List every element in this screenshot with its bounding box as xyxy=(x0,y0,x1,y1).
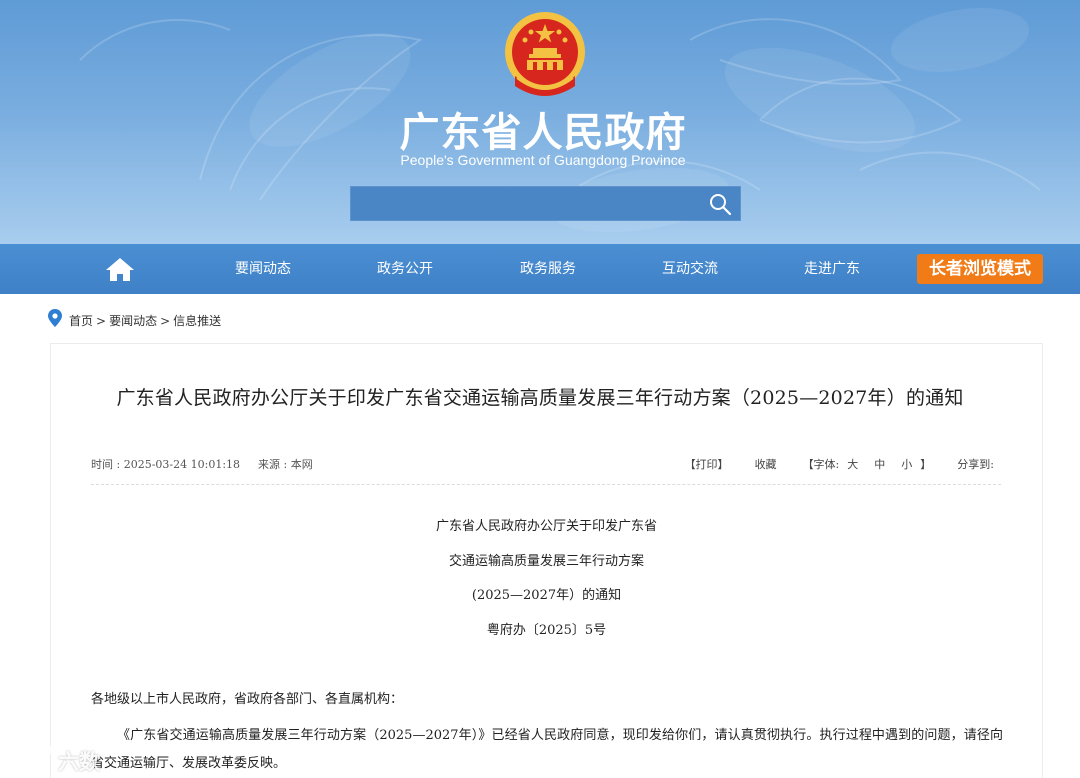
search-box xyxy=(350,186,741,221)
search-input[interactable] xyxy=(351,187,701,220)
doc-number: 粤府办〔2025〕5号 xyxy=(486,623,607,638)
nav-item-news[interactable]: 要闻动态 xyxy=(203,244,323,294)
elder-mode-button[interactable]: 长者浏览模式 xyxy=(917,254,1043,284)
breadcrumb-home[interactable]: 首页 xyxy=(69,314,93,328)
site-title: 广东省人民政府 xyxy=(399,110,687,156)
meta-divider xyxy=(91,484,1001,485)
article-title: 广东省人民政府办公厅关于印发广东省交通运输高质量发展三年行动方案（2025—20… xyxy=(116,387,964,409)
nav-item-gov-affairs-public[interactable]: 政务公开 xyxy=(345,244,465,294)
watermark-text: 六数 xyxy=(58,750,100,774)
article-meta: 时间 : 2025-03-24 10:01:18 来源 : 本网 xyxy=(91,456,313,472)
breadcrumb-separator: > xyxy=(160,314,171,328)
breadcrumb-separator: > xyxy=(96,314,107,328)
location-pin-icon xyxy=(48,309,62,327)
nav-item-about-guangdong[interactable]: 走进广东 xyxy=(772,244,892,294)
article-tools: 【打印】 收藏 【字体: 大 中 小】 分享到: xyxy=(685,456,994,472)
article-paragraph: 《广东省交通运输高质量发展三年行动方案（2025—2027年）》已经省人民政府同… xyxy=(91,728,1003,771)
doc-header-line: (2025—2027年）的通知 xyxy=(471,588,622,603)
favorite-button[interactable]: 收藏 xyxy=(755,458,777,471)
print-button[interactable]: 【打印】 xyxy=(685,458,729,471)
doc-header-line: 交通运输高质量发展三年行动方案 xyxy=(448,554,644,569)
search-icon[interactable] xyxy=(708,192,732,216)
site-subtitle: People's Government of Guangdong Provinc… xyxy=(400,152,686,168)
home-icon[interactable] xyxy=(104,256,136,282)
nav-item-interaction[interactable]: 互动交流 xyxy=(630,244,750,294)
salutation: 各地级以上市人民政府，省政府各部门、各直属机构： xyxy=(91,692,404,707)
font-size-prefix: 【字体: xyxy=(802,458,840,471)
national-emblem-logo xyxy=(505,12,585,96)
share-label[interactable]: 分享到: xyxy=(957,458,994,471)
font-size-small-button[interactable]: 小 xyxy=(901,458,912,471)
font-size-medium-button[interactable]: 中 xyxy=(874,458,885,471)
breadcrumb-news[interactable]: 要闻动态 xyxy=(109,314,157,328)
breadcrumb-info-push[interactable]: 信息推送 xyxy=(173,314,221,328)
watermark-logo-icon xyxy=(9,743,53,765)
header-banner: 广东省人民政府 People's Government of Guangdong… xyxy=(0,0,1080,244)
publish-time: 时间 : 2025-03-24 10:01:18 xyxy=(91,458,241,471)
doc-header-line: 广东省人民政府办公厅关于印发广东省 xyxy=(435,519,657,534)
watermark: 六数 xyxy=(8,740,100,774)
font-size-large-button[interactable]: 大 xyxy=(847,458,858,471)
article-source: 来源 : 本网 xyxy=(258,458,313,471)
nav-item-gov-services[interactable]: 政务服务 xyxy=(488,244,608,294)
font-size-suffix: 】 xyxy=(920,458,932,471)
